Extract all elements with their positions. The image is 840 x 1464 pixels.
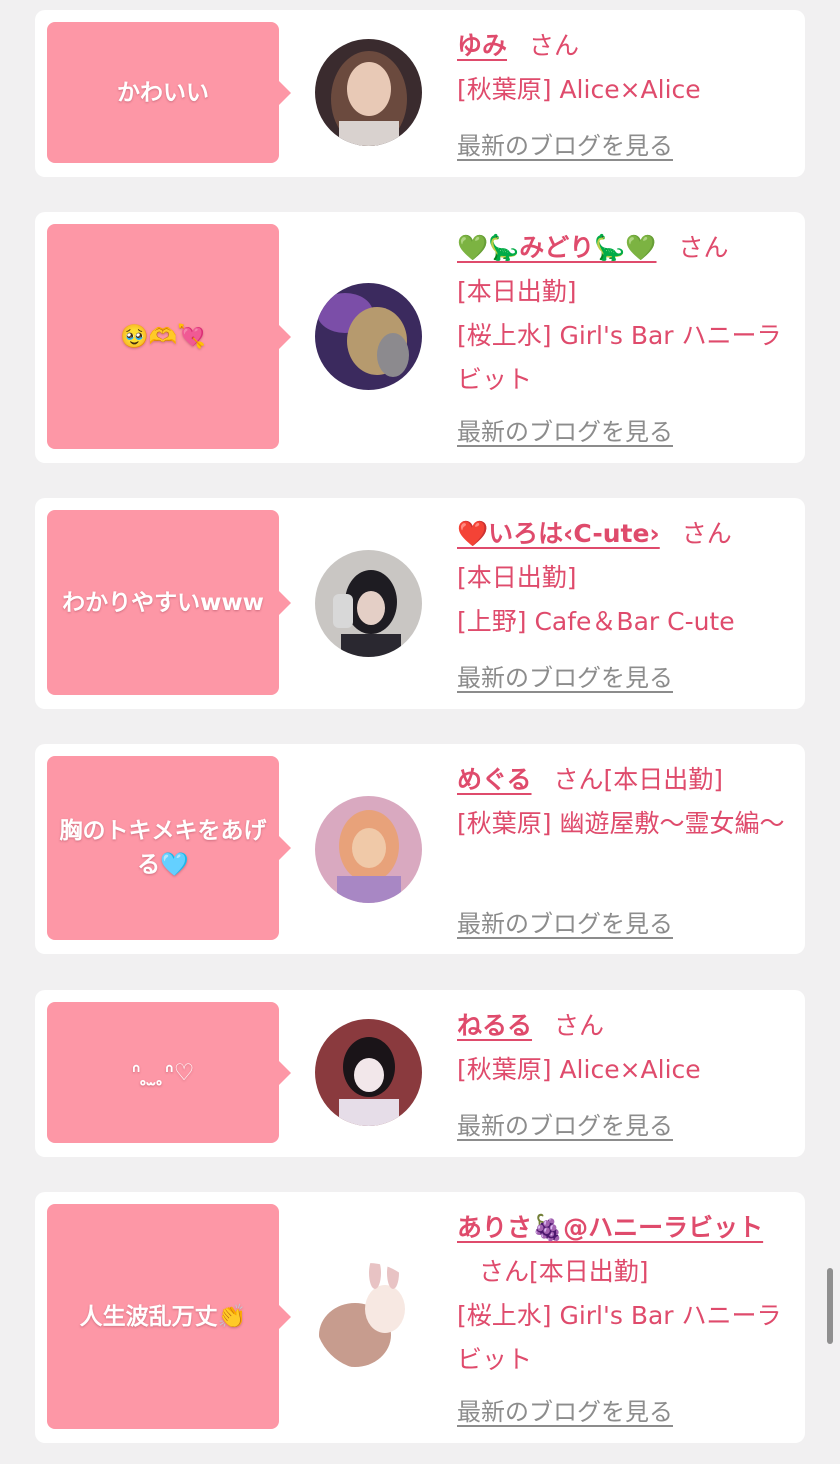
cast-name-link[interactable]: めぐる bbox=[457, 765, 532, 794]
cast-name-link[interactable]: ありさ🍇@ハニーラビット bbox=[457, 1213, 763, 1242]
blog-link[interactable]: 最新のブログを見る bbox=[457, 1106, 673, 1141]
shop-name: [上野] Cafe＆Bar C-ute bbox=[457, 607, 735, 636]
blog-card: 胸のトキメキをあげる🩵 めぐる さん[本日出勤] [秋葉原] 幽遊屋敷〜霊女編〜 … bbox=[35, 744, 805, 954]
comment-bubble: わかりやすいwww bbox=[47, 510, 291, 695]
blog-link[interactable]: 最新のブログを見る bbox=[457, 658, 673, 693]
avatar-image bbox=[315, 1263, 422, 1370]
cast-info: 💚🦕みどり🦕💚 さん [本日出勤] [桜上水] Girl's Bar ハニーラビッ… bbox=[457, 226, 791, 402]
honorific: さん bbox=[554, 1011, 605, 1040]
honorific: さん bbox=[529, 31, 580, 60]
avatar-image bbox=[315, 1019, 422, 1126]
blog-card: わかりやすいwww ❤️いろは‹C-ute› さん [本日出勤] [上野] Caf… bbox=[35, 498, 805, 709]
cast-info: ゆみ さん [秋葉原] Alice×Alice bbox=[457, 24, 791, 112]
avatar-image bbox=[315, 283, 422, 390]
comment-text: 人生波乱万丈👏 bbox=[79, 1303, 247, 1330]
cast-name-link[interactable]: ゆみ bbox=[457, 31, 507, 60]
avatar[interactable] bbox=[315, 1263, 422, 1370]
comment-text: かわいい bbox=[117, 79, 209, 106]
scrollbar[interactable] bbox=[827, 1268, 833, 1344]
cast-name-link[interactable]: ねるる bbox=[457, 1011, 532, 1040]
blog-link[interactable]: 最新のブログを見る bbox=[457, 412, 673, 447]
avatar[interactable] bbox=[315, 550, 422, 657]
blog-link[interactable]: 最新のブログを見る bbox=[457, 1392, 673, 1427]
blog-card: 人生波乱万丈👏 ありさ🍇@ハニーラビットさん[本日出勤] [桜上水] Girl'… bbox=[35, 1192, 805, 1443]
honorific: さん bbox=[678, 233, 729, 262]
honorific: さん bbox=[479, 1257, 530, 1286]
comment-text: わかりやすいwww bbox=[62, 589, 264, 616]
work-status: [本日出勤] bbox=[457, 563, 577, 592]
shop-name: [秋葉原] Alice×Alice bbox=[457, 1055, 701, 1084]
cast-info: ❤️いろは‹C-ute› さん [本日出勤] [上野] Cafe＆Bar C-ut… bbox=[457, 512, 791, 644]
cast-info: ありさ🍇@ハニーラビットさん[本日出勤] [桜上水] Girl's Bar ハニ… bbox=[457, 1206, 791, 1382]
shop-name: [桜上水] Girl's Bar ハニーラビット bbox=[457, 321, 782, 394]
cast-name-link[interactable]: ❤️いろは‹C-ute› bbox=[457, 519, 660, 548]
avatar[interactable] bbox=[315, 1019, 422, 1126]
blog-link[interactable]: 最新のブログを見る bbox=[457, 904, 673, 939]
shop-name: [秋葉原] 幽遊屋敷〜霊女編〜 bbox=[457, 809, 785, 838]
cast-info: めぐる さん[本日出勤] [秋葉原] 幽遊屋敷〜霊女編〜 bbox=[457, 758, 791, 846]
comment-bubble: 人生波乱万丈👏 bbox=[47, 1204, 291, 1429]
avatar[interactable] bbox=[315, 39, 422, 146]
honorific: さん bbox=[681, 519, 732, 548]
honorific: さん bbox=[553, 765, 604, 794]
avatar-image bbox=[315, 796, 422, 903]
shop-name: [桜上水] Girl's Bar ハニーラビット bbox=[457, 1301, 782, 1374]
comment-text: 胸のトキメキをあげる🩵 bbox=[59, 818, 267, 878]
cast-info: ねるる さん [秋葉原] Alice×Alice bbox=[457, 1004, 791, 1092]
work-status: [本日出勤] bbox=[603, 765, 724, 794]
shop-name: [秋葉原] Alice×Alice bbox=[457, 75, 701, 104]
comment-bubble: 🥹🫶💘 bbox=[47, 224, 291, 449]
avatar-image bbox=[315, 39, 422, 146]
comment-bubble: 胸のトキメキをあげる🩵 bbox=[47, 756, 291, 940]
comment-text: ᐢ ̥ ̫ ̥ᐢ♡ bbox=[131, 1059, 195, 1086]
blog-link[interactable]: 最新のブログを見る bbox=[457, 126, 673, 161]
comment-bubble: ᐢ ̥ ̫ ̥ᐢ♡ bbox=[47, 1002, 291, 1143]
comment-text: 🥹🫶💘 bbox=[120, 323, 206, 350]
work-status: [本日出勤] bbox=[457, 277, 577, 306]
avatar[interactable] bbox=[315, 283, 422, 390]
blog-card: 🥹🫶💘 💚🦕みどり🦕💚 さん [本日出勤] [桜上水] Girl's Bar ハニ… bbox=[35, 212, 805, 463]
avatar-image bbox=[315, 550, 422, 657]
comment-bubble: かわいい bbox=[47, 22, 291, 163]
work-status: [本日出勤] bbox=[529, 1257, 649, 1286]
cast-name-link[interactable]: 💚🦕みどり🦕💚 bbox=[457, 233, 657, 262]
blog-card: ᐢ ̥ ̫ ̥ᐢ♡ ねるる さん [秋葉原] Alice×Alice 最新のブログ… bbox=[35, 990, 805, 1157]
blog-card: かわいい ゆみ さん [秋葉原] Alice×Alice 最新のブログを見る bbox=[35, 10, 805, 177]
avatar[interactable] bbox=[315, 796, 422, 903]
